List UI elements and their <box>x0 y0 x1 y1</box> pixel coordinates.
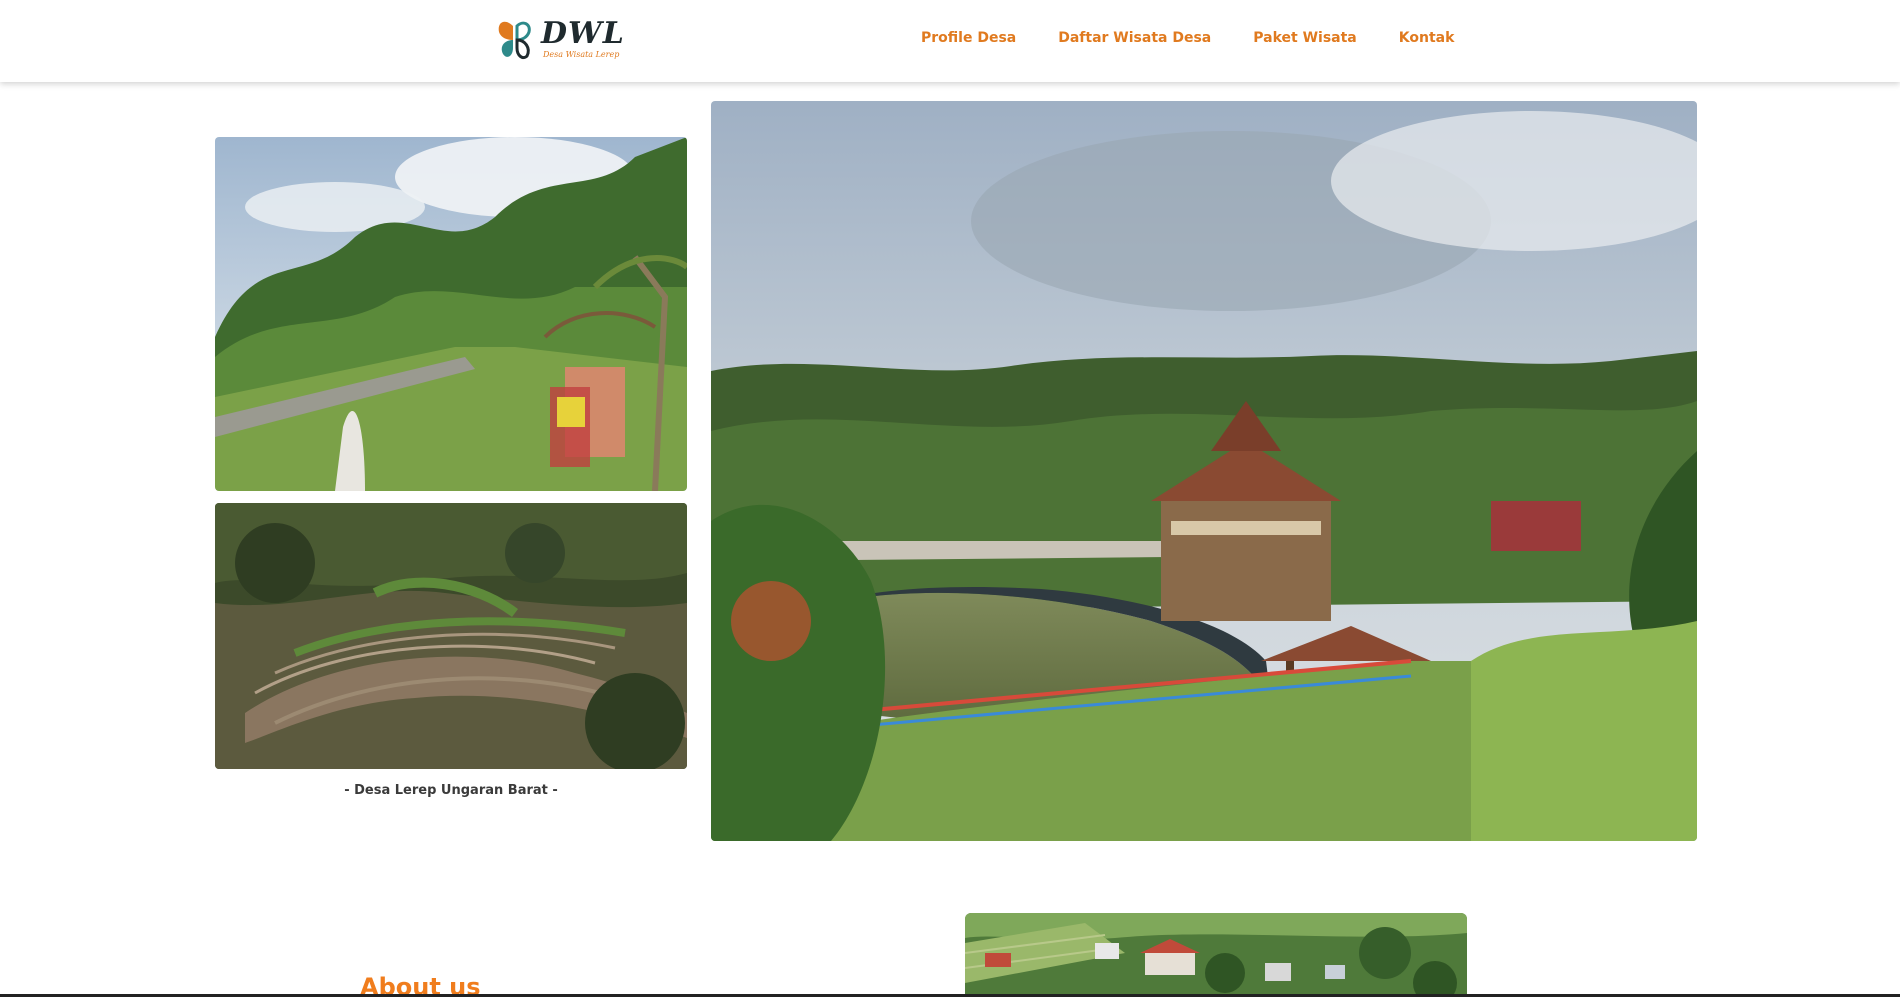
gallery-photo-rice-terraces <box>215 503 687 769</box>
nav-profile-desa[interactable]: Profile Desa <box>921 30 1016 46</box>
site-logo[interactable]: DWL Desa Wisata Lerep <box>495 16 624 62</box>
main-nav: Profile Desa Daftar Wisata Desa Paket Wi… <box>921 30 1496 46</box>
site-header: DWL Desa Wisata Lerep Profile Desa Dafta… <box>0 0 1900 82</box>
nav-daftar-wisata-desa[interactable]: Daftar Wisata Desa <box>1058 30 1211 46</box>
hero-caption: - Desa Lerep Ungaran Barat - <box>344 783 558 798</box>
nav-paket-wisata[interactable]: Paket Wisata <box>1253 30 1357 46</box>
nav-kontak[interactable]: Kontak <box>1399 30 1455 46</box>
butterfly-logo-icon <box>498 21 531 60</box>
hero-photo-pond <box>711 101 1697 841</box>
brand-name: DWL <box>541 16 625 51</box>
gallery-photo-garden <box>215 137 687 491</box>
about-photo-village <box>965 913 1467 997</box>
brand-tagline: Desa Wisata Lerep <box>543 50 620 59</box>
